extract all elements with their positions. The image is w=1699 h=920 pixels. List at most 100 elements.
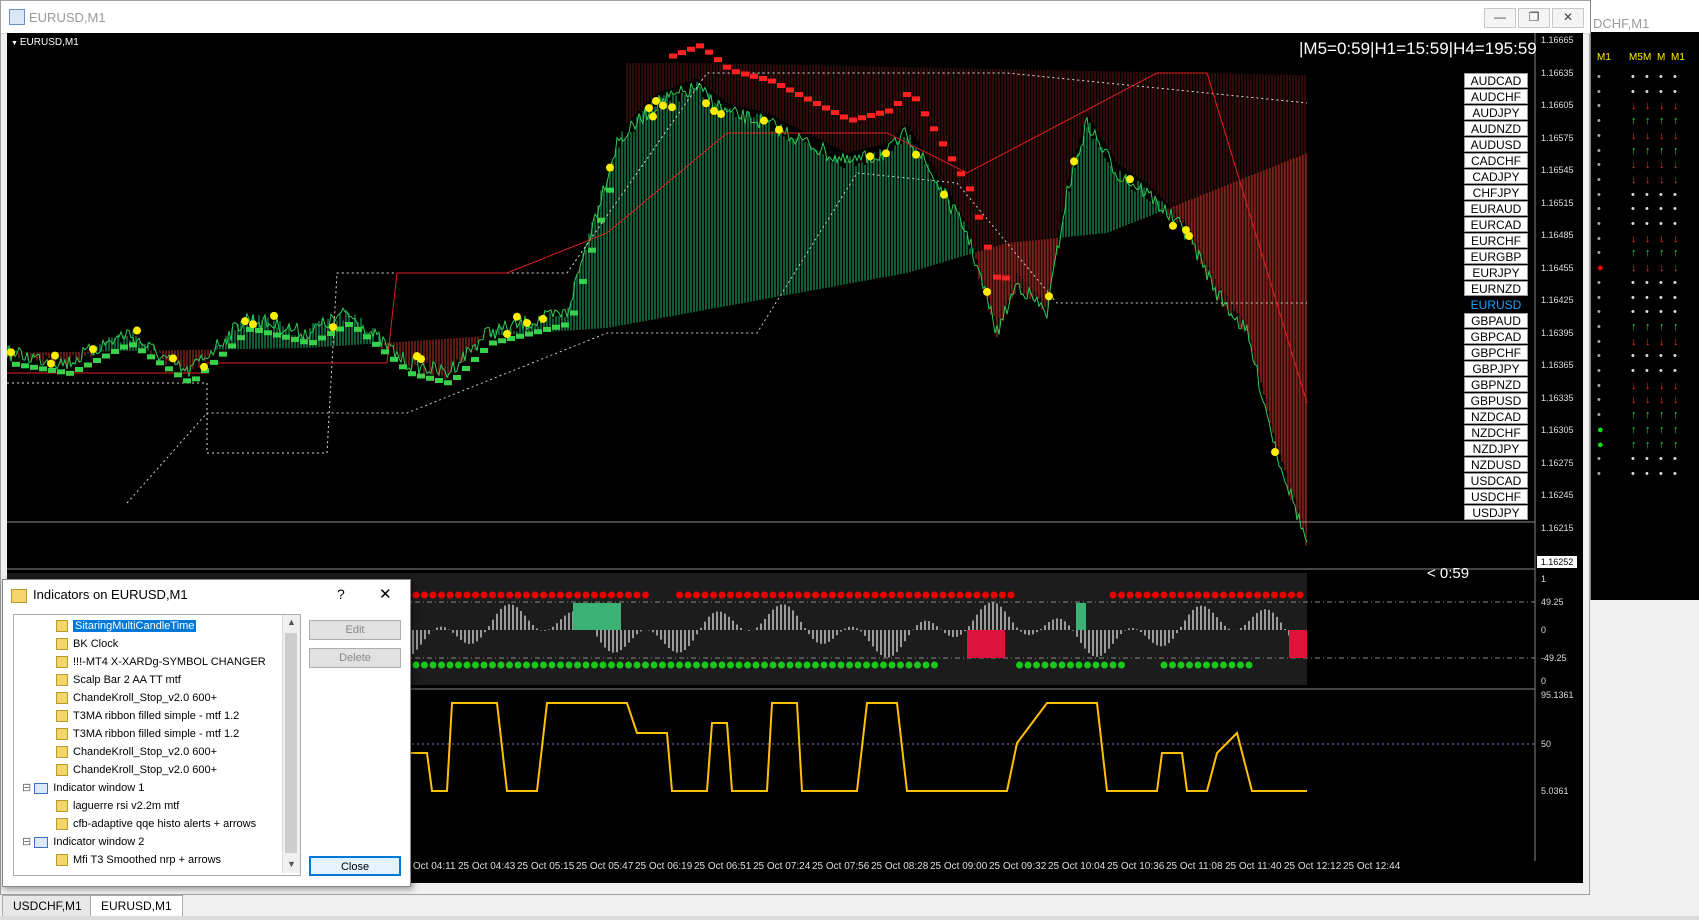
stop-marker (714, 57, 722, 63)
symbol-nzdjpy[interactable]: NZDJPY (1464, 441, 1528, 456)
symbol-gbpusd[interactable]: GBPUSD (1464, 393, 1528, 408)
arrow-dot (1245, 661, 1253, 669)
symbol-eurchf[interactable]: EURCHF (1464, 233, 1528, 248)
symbol-nzdchf[interactable]: NZDCHF (1464, 425, 1528, 440)
symbol-chfjpy[interactable]: CHFJPY (1464, 185, 1528, 200)
scroll-down-icon[interactable]: ▼ (287, 859, 296, 869)
collapse-icon[interactable]: ⊟ (22, 782, 34, 794)
scroll-thumb[interactable] (285, 633, 297, 853)
second-chart-window[interactable]: DCHF,M1 M1 M5 M M M1 • • • • • • • • • • • ↓ ↓ ↓ ↓ • ↑ ↑ ↑ ↑ • ↓ ↓ ↓… (1590, 0, 1699, 600)
symbol-audnzd[interactable]: AUDNZD (1464, 121, 1528, 136)
tree-item[interactable]: T3MA ribbon filled simple - mtf 1.2 (56, 725, 239, 743)
tree-item[interactable]: Mfi T3 Smoothed nrp + arrows (56, 851, 221, 869)
delete-button[interactable]: Delete (309, 648, 401, 668)
tree-item[interactable]: T3MA ribbon filled simple - mtf 1.2 (56, 707, 239, 725)
symbol-usdjpy[interactable]: USDJPY (1464, 505, 1528, 520)
symbol-gbpjpy[interactable]: GBPJPY (1464, 361, 1528, 376)
edit-button[interactable]: Edit (309, 620, 401, 640)
symbol-nzdusd[interactable]: NZDUSD (1464, 457, 1528, 472)
symbol-audusd[interactable]: AUDUSD (1464, 137, 1528, 152)
signal-dot (51, 351, 59, 360)
tab-eurusd[interactable]: EURUSD,M1 (90, 895, 183, 917)
time-tick: 25 Oct 05:47 (576, 861, 634, 872)
tab-usdchf[interactable]: USDCHF,M1 (2, 895, 93, 917)
minimize-icon: — (1494, 10, 1506, 24)
symbol-usdcad[interactable]: USDCAD (1464, 473, 1528, 488)
price-tick: 1.16455 (1541, 262, 1574, 273)
mtf-row: • • • • • (1597, 188, 1677, 201)
tree-item[interactable]: ⊟ Indicator window 2 (22, 833, 144, 851)
dialog-close-x[interactable]: ✕ (379, 585, 392, 603)
symbol-euraud[interactable]: EURAUD (1464, 201, 1528, 216)
window1-level: 1 (1541, 574, 1547, 584)
arrow-dot (914, 661, 921, 669)
symbol-cadchf[interactable]: CADCHF (1464, 153, 1528, 168)
close-button[interactable]: Close (309, 856, 401, 876)
symbol-gbpaud[interactable]: GBPAUD (1464, 313, 1528, 328)
close-window-button[interactable]: ✕ (1552, 8, 1584, 28)
symbol-cadjpy[interactable]: CADJPY (1464, 169, 1528, 184)
arrow-dot (1169, 591, 1176, 599)
tree-item[interactable]: ⊟ Indicator window 1 (22, 779, 144, 797)
tree-item[interactable]: ChandeKroll_Stop_v2.0 600+ (56, 689, 217, 707)
stop-marker (453, 375, 461, 380)
signal-dot (659, 101, 667, 110)
tree-scrollbar[interactable]: ▲ ▼ (282, 615, 300, 873)
symbol-eurusd[interactable]: EURUSD (1464, 297, 1528, 312)
arrow-dot (939, 591, 947, 599)
arrow-dot (642, 591, 649, 599)
indicator-tree[interactable]: ▲ ▼ SitaringMultiCandleTime BK Clock !!!-M… (13, 614, 301, 876)
arrow-dot (786, 661, 794, 669)
stop-marker (30, 364, 38, 370)
symbol-eurnzd[interactable]: EURNZD (1464, 281, 1528, 296)
symbol-usdchf[interactable]: USDCHF (1464, 489, 1528, 504)
stop-marker (561, 322, 569, 328)
stop-marker (741, 71, 749, 77)
symbol-nzdcad[interactable]: NZDCAD (1464, 409, 1528, 424)
help-button[interactable]: ? (337, 586, 345, 602)
mtf-column-header: M1 (1671, 52, 1685, 63)
stop-marker (426, 375, 434, 381)
symbol-audjpy[interactable]: AUDJPY (1464, 105, 1528, 120)
tree-item[interactable]: ChandeKroll_Stop_v2.0 600+ (56, 743, 217, 761)
signal-dot (1169, 221, 1177, 230)
indicator-icon (56, 656, 68, 669)
signal-dot (1126, 175, 1134, 184)
price-tick: 1.16275 (1541, 457, 1574, 468)
symbol-eurjpy[interactable]: EURJPY (1464, 265, 1528, 280)
tree-item[interactable]: cfb-adaptive qqe histo alerts + arrows (56, 815, 256, 833)
stop-marker (858, 115, 866, 121)
signal-dot (606, 163, 614, 172)
price-tick: 1.16665 (1541, 35, 1574, 45)
title-bar[interactable]: EURUSD,M1 — ❐ ✕ (1, 1, 1591, 34)
stop-marker (39, 366, 47, 372)
stop-marker (678, 50, 686, 56)
symbol-eurgbp[interactable]: EURGBP (1464, 249, 1528, 264)
laguerre-line (378, 702, 1307, 792)
signal-dot (1045, 292, 1053, 301)
tree-item[interactable]: !!!-MT4 X-XARDg-SYMBOL CHANGER (56, 653, 266, 671)
symbol-gbpchf[interactable]: GBPCHF (1464, 345, 1528, 360)
symbol-audchf[interactable]: AUDCHF (1464, 89, 1528, 104)
symbol-gbpcad[interactable]: GBPCAD (1464, 329, 1528, 344)
tree-item[interactable]: BK Clock (56, 635, 118, 653)
symbol-eurcad[interactable]: EURCAD (1464, 217, 1528, 232)
scroll-up-icon[interactable]: ▲ (287, 617, 296, 627)
arrow-dot (497, 661, 505, 669)
collapse-icon[interactable]: ⊟ (22, 836, 34, 848)
arrow-dot (1092, 661, 1100, 669)
symbol-audcad[interactable]: AUDCAD (1464, 73, 1528, 88)
tree-item[interactable]: ChandeKroll_Stop_v2.0 600+ (56, 761, 217, 779)
stop-marker (264, 330, 272, 336)
symbol-gbpnzd[interactable]: GBPNZD (1464, 377, 1528, 392)
restore-button[interactable]: ❐ (1518, 8, 1550, 28)
mtf-column-header: M1 (1597, 52, 1611, 63)
tree-item[interactable]: SitaringMultiCandleTime (56, 617, 197, 635)
second-window-title-bar[interactable]: DCHF,M1 (1591, 0, 1699, 32)
arrow-dot (574, 591, 581, 599)
minimize-button[interactable]: — (1484, 8, 1516, 28)
arrow-dot (905, 661, 913, 669)
tree-item[interactable]: Scalp Bar 2 AA TT mtf (56, 671, 181, 689)
arrow-dot (812, 591, 819, 599)
tree-item[interactable]: laguerre rsi v2.2m mtf (56, 797, 179, 815)
